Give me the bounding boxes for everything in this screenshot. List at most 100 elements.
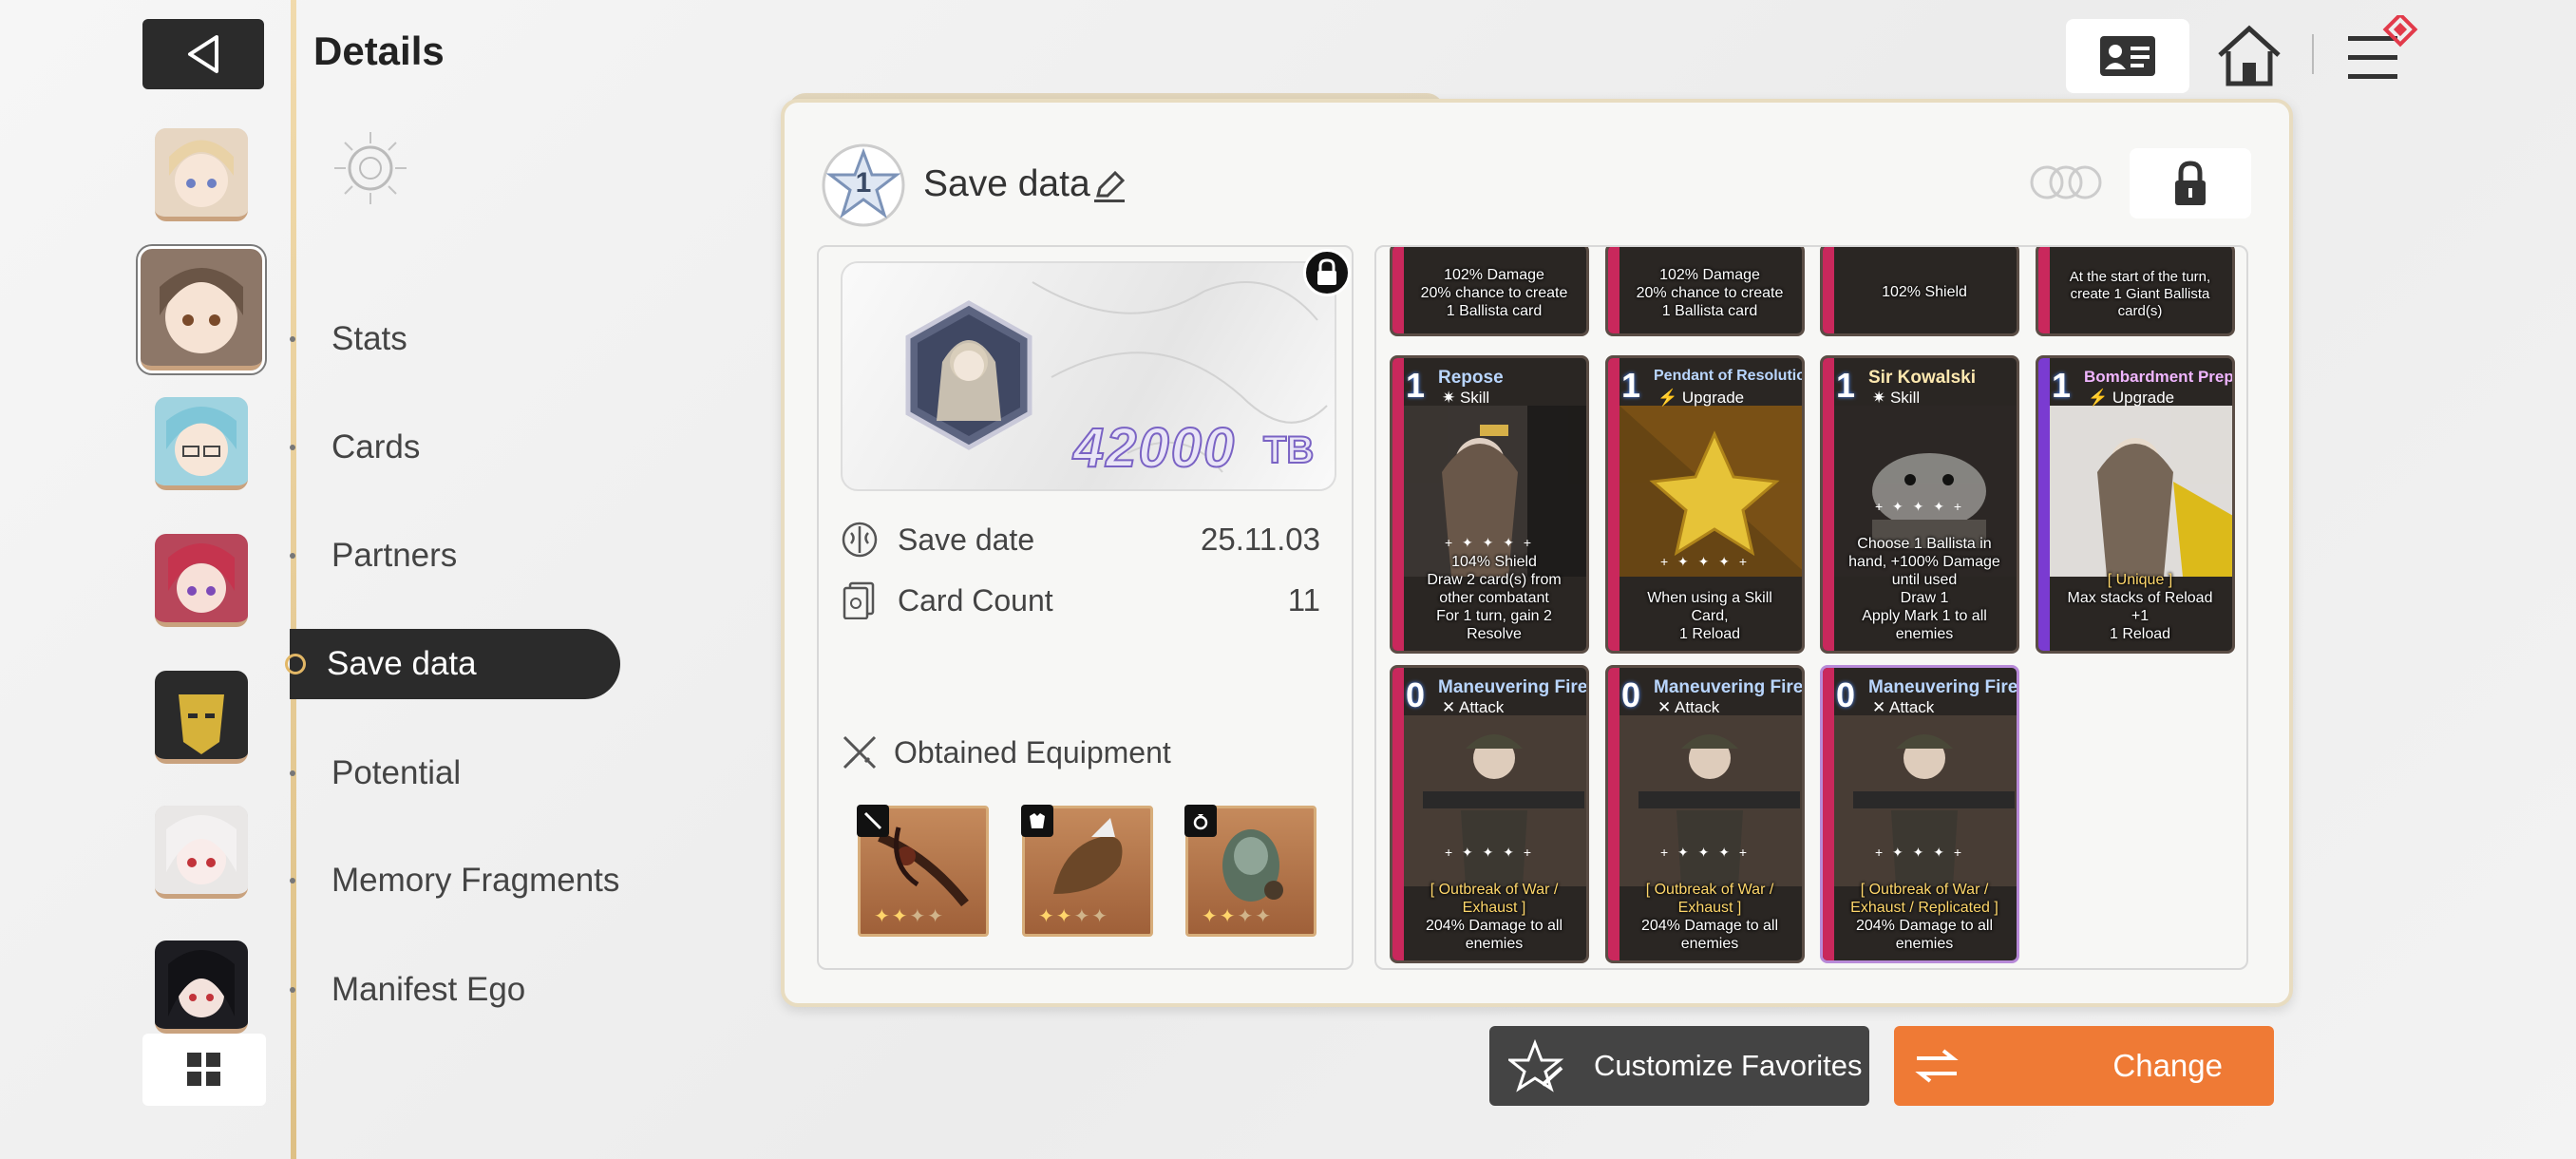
nav-label: Save data	[327, 645, 477, 682]
character-hex-portrait	[905, 300, 1032, 450]
menu-icon[interactable]	[2339, 15, 2424, 91]
back-button[interactable]	[142, 19, 264, 89]
nav-label: Stats	[331, 320, 407, 357]
deck-card-repose[interactable]: 1 Repose ✷ Skill + ✦ ✦ ✦ + 104% Shield Dra…	[1390, 355, 1589, 654]
nav-label: Potential	[331, 754, 462, 791]
ring-tag-icon	[1184, 805, 1217, 837]
card-name: Maneuvering Fire	[1654, 677, 1804, 697]
card-name: Bombardment Prep	[2084, 368, 2234, 386]
nav-dot-icon	[290, 987, 295, 993]
lock-button[interactable]	[2130, 148, 2251, 218]
tb-value: 42000	[1072, 416, 1237, 480]
nav-active-ring-icon	[285, 654, 306, 674]
card-count-row: Card Count 11	[841, 577, 1320, 624]
slot-number: 1	[855, 167, 872, 199]
deck-card-maneuvering-fire[interactable]: 0 Maneuvering Fire ✕ Attack + ✦ ✦ ✦ + [ O…	[1390, 665, 1589, 963]
profile-card-icon	[2100, 36, 2155, 76]
card-name: Repose	[1438, 368, 1504, 388]
lock-icon	[2175, 161, 2206, 205]
card-type: ⚡ Upgrade	[1657, 389, 1745, 407]
nav-item-partners[interactable]: Partners	[290, 521, 622, 591]
card-type: ✷ Skill	[1872, 389, 1921, 407]
character-avatar[interactable]	[155, 671, 248, 764]
divider	[2312, 34, 2314, 74]
brain-icon	[842, 522, 878, 558]
nav-label: Memory Fragments	[331, 862, 620, 899]
armor-tag-icon	[1021, 805, 1053, 837]
nav-dot-icon	[290, 445, 295, 450]
card-type: ✕ Attack	[1657, 698, 1720, 716]
deck-card-sir-kowalski[interactable]: 1 Sir Kowalski ✷ Skill + ✦ ✦ ✦ + Choose 1…	[1820, 355, 2019, 654]
favorites-label: Customize Favorites	[1594, 1049, 1863, 1082]
card-name: Pendant of Resolution	[1654, 368, 1805, 384]
grid-icon	[187, 1053, 220, 1086]
character-avatar-selected[interactable]	[138, 246, 265, 373]
crossed-swords-icon	[843, 735, 877, 770]
deck-card-pendant[interactable]: 1 Pendant of Resolution ⚡ Upgrade + ✦ ✦ ✦…	[1605, 355, 1805, 654]
nav-label: Cards	[331, 428, 421, 466]
card-count-label: Card Count	[898, 582, 1053, 618]
nav-item-memory-fragments[interactable]: Memory Fragments	[290, 846, 670, 916]
home-icon[interactable]	[2216, 25, 2282, 87]
swap-icon	[1915, 1049, 1959, 1083]
card-type: ✷ Skill	[1442, 389, 1490, 407]
nav-dot-icon	[290, 336, 295, 342]
equipment-slot-ring[interactable]: ✦✦✦✦	[1184, 805, 1316, 937]
back-arrow-icon	[188, 35, 218, 73]
sun-emblem-icon	[334, 132, 407, 204]
grid-view-button[interactable]	[142, 1034, 266, 1106]
change-label: Change	[2112, 1048, 2223, 1083]
card-name: Maneuvering Fire	[1438, 677, 1588, 697]
card-stack-icon	[843, 581, 875, 619]
deck-card-maneuvering-fire[interactable]: 0 Maneuvering Fire ✕ Attack + ✦ ✦ ✦ + [ O…	[1820, 665, 2019, 963]
nav-dot-icon	[290, 770, 295, 776]
card-deck-grid: 102% Damage 20% chance to create 1 Ballist…	[1374, 245, 2248, 970]
save-date-value: 25.11.03	[1200, 522, 1320, 557]
nav-label: Partners	[331, 537, 458, 574]
star-edit-icon	[1508, 1039, 1564, 1092]
deck-card[interactable]: 102% Shield	[1820, 247, 2019, 336]
lock-badge-icon	[1303, 249, 1351, 296]
deck-card[interactable]: 102% Damage 20% chance to create 1 Ballist…	[1390, 247, 1589, 336]
character-avatar[interactable]	[155, 534, 248, 627]
equipment-title: Obtained Equipment	[894, 734, 1171, 770]
page-title: Details	[313, 28, 445, 73]
rings-deco-icon	[2030, 165, 2102, 200]
equipment-stars: ✦✦✦✦	[1202, 906, 1274, 927]
card-count-value: 11	[1287, 582, 1320, 618]
weapon-tag-icon	[857, 805, 889, 837]
profile-card-button[interactable]	[2066, 19, 2189, 93]
equipment-stars: ✦✦✦✦	[1038, 906, 1110, 927]
panel-title: Save data	[923, 163, 1090, 204]
nav-item-potential[interactable]: Potential	[290, 738, 622, 808]
nav-item-save-data[interactable]: Save data	[285, 629, 620, 699]
customize-favorites-button[interactable]: Customize Favorites	[1489, 1026, 1869, 1106]
deck-card[interactable]: 102% Damage 20% chance to create 1 Ballist…	[1605, 247, 1805, 336]
nav-item-stats[interactable]: Stats	[290, 304, 622, 374]
save-date-label: Save date	[898, 522, 1035, 557]
pencil-icon[interactable]	[1092, 169, 1127, 203]
character-avatar[interactable]	[155, 806, 248, 899]
equipment-stars: ✦✦✦✦	[874, 906, 946, 927]
card-type: ✕ Attack	[1872, 698, 1935, 716]
equipment-header: Obtained Equipment	[841, 733, 1171, 771]
card-type: ✕ Attack	[1442, 698, 1505, 716]
equipment-slot-armor[interactable]: ✦✦✦✦	[1021, 805, 1153, 937]
equipment-slot-weapon[interactable]: ✦✦✦✦	[857, 805, 989, 937]
nav-label: Manifest Ego	[331, 971, 526, 1008]
slot-star-badge: 1	[821, 142, 906, 228]
deck-card-bombardment-prep[interactable]: 1 Bombardment Prep ⚡ Upgrade [ Unique ] Ma…	[2036, 355, 2235, 654]
nav-item-cards[interactable]: Cards	[290, 412, 622, 483]
character-avatar[interactable]	[155, 397, 248, 490]
nav-dot-icon	[290, 878, 295, 884]
character-avatar[interactable]	[155, 940, 248, 1034]
card-name: Maneuvering Fire	[1868, 677, 2018, 697]
character-avatar[interactable]	[155, 128, 248, 221]
tb-unit: TB	[1262, 428, 1315, 472]
save-date-row: Save date 25.11.03	[841, 516, 1320, 563]
nav-item-manifest-ego[interactable]: Manifest Ego	[290, 955, 622, 1025]
deck-card[interactable]: At the start of the turn, create 1 Giant…	[2036, 247, 2235, 336]
deck-card-maneuvering-fire[interactable]: 0 Maneuvering Fire ✕ Attack + ✦ ✦ ✦ + [ O…	[1605, 665, 1805, 963]
card-type: ⚡ Upgrade	[2088, 389, 2175, 407]
change-button[interactable]: Change	[1894, 1026, 2274, 1106]
